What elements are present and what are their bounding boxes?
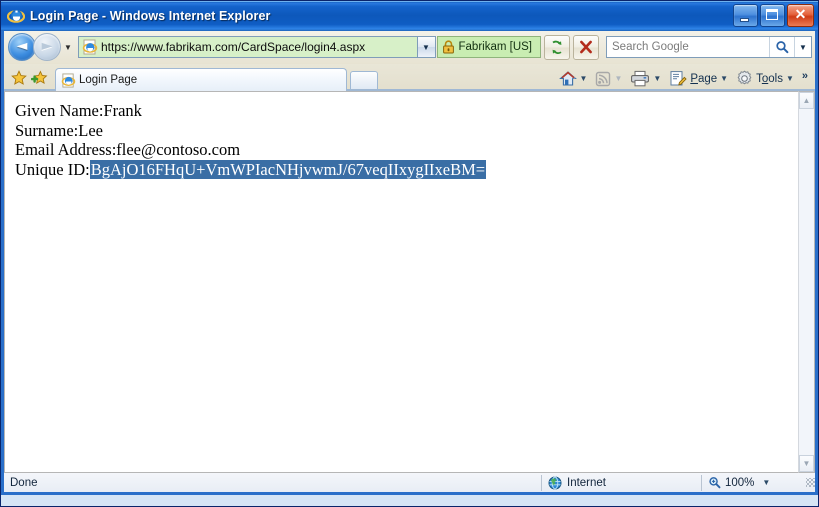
status-message: Done [10, 476, 38, 489]
ie-logo-icon [7, 7, 25, 25]
add-to-favorites-button[interactable] [29, 67, 49, 89]
field-unique-id: Unique ID:BgAjO16FHqU+VmWPIacNHjvwmJ/67v… [15, 159, 798, 180]
print-dropdown-caret[interactable]: ▼ [653, 74, 661, 83]
feeds-button[interactable]: ▼ [593, 68, 628, 90]
surname-label: Surname: [15, 120, 79, 140]
address-dropdown-button[interactable]: ▼ [416, 37, 435, 57]
favorites-center-button[interactable] [9, 67, 29, 89]
page-icon [670, 71, 687, 86]
field-email-address: Email Address:flee@contoso.com [15, 140, 798, 160]
ie-page-icon [82, 39, 98, 55]
tools-label: Tools [756, 72, 783, 85]
zoom-dropdown-caret[interactable]: ▼ [762, 478, 770, 487]
tab-label: Login Page [79, 74, 138, 86]
field-given-name: Given Name:Frank [15, 101, 798, 121]
page-label: Page [690, 72, 718, 85]
search-input[interactable]: Search Google [607, 41, 769, 53]
search-provider-dropdown[interactable]: ▼ [794, 37, 811, 57]
tools-dropdown-caret[interactable]: ▼ [786, 74, 794, 83]
stop-icon [580, 40, 592, 54]
field-surname: Surname:Lee [15, 121, 798, 141]
back-arrow-icon: ◄ [16, 38, 28, 54]
surname-value: Lee [78, 120, 103, 140]
vertical-scrollbar[interactable]: ▲ ▼ [798, 91, 815, 473]
unique-id-label: Unique ID: [15, 159, 90, 179]
email-label: Email Address: [15, 140, 117, 159]
search-go-button[interactable] [769, 37, 794, 57]
window-title: Login Page - Windows Internet Explorer [30, 9, 271, 23]
rss-icon [596, 71, 611, 86]
title-bar: Login Page - Windows Internet Explorer ✕ [1, 1, 818, 31]
window-controls: ✕ [733, 4, 814, 27]
ie-page-icon [61, 72, 76, 88]
unique-id-value-selected[interactable]: BgAjO16FHqU+VmWPIacNHjvwmJ/67veqIIxygIIx… [89, 159, 487, 179]
refresh-button[interactable] [544, 34, 570, 60]
lock-icon [442, 40, 455, 54]
stop-button[interactable] [573, 34, 599, 60]
tools-button[interactable]: Tools ▼ [734, 68, 800, 90]
magnifier-icon [708, 476, 721, 489]
email-value: flee@contoso.com [116, 140, 241, 159]
back-button[interactable]: ◄ [8, 33, 36, 61]
security-zone-pane[interactable]: Internet [541, 474, 701, 491]
resize-grip[interactable] [801, 477, 815, 488]
gear-icon [737, 70, 752, 85]
zoom-pane[interactable]: 100% ▼ [701, 474, 801, 491]
star-icon [11, 70, 27, 85]
close-button[interactable]: ✕ [787, 4, 814, 27]
given-name-value: Frank [103, 101, 142, 120]
address-url-text: https://www.fabrikam.com/CardSpace/login… [101, 40, 366, 54]
maximize-button[interactable] [760, 4, 785, 27]
maximize-icon [766, 9, 778, 20]
forward-button[interactable]: ► [33, 33, 61, 61]
minimize-button[interactable] [733, 4, 758, 27]
search-box[interactable]: Search Google ▼ [606, 36, 812, 58]
star-plus-icon [30, 70, 47, 84]
browser-chrome: ◄ ► ▼ https://www.fabrikam.com/CardSpace… [1, 31, 818, 91]
minimize-icon [740, 18, 749, 22]
print-button[interactable]: ▼ [628, 68, 667, 90]
forward-arrow-icon: ► [41, 38, 53, 54]
zoom-level-label: 100% [725, 476, 755, 489]
close-icon: ✕ [794, 6, 807, 22]
refresh-icon [552, 40, 562, 54]
new-tab-button[interactable] [350, 71, 378, 91]
page-dropdown-caret[interactable]: ▼ [720, 74, 728, 83]
grip-dots-icon [806, 477, 815, 487]
status-message-pane: Done [4, 475, 541, 491]
home-button[interactable]: ▼ [557, 68, 594, 90]
content-area: Given Name:Frank Surname:Lee Email Addre… [1, 91, 818, 473]
printer-icon [631, 70, 650, 87]
document-body[interactable]: Given Name:Frank Surname:Lee Email Addre… [4, 91, 798, 473]
feeds-dropdown-caret[interactable]: ▼ [614, 74, 622, 83]
scroll-up-button[interactable]: ▲ [799, 92, 814, 109]
home-icon [558, 71, 577, 86]
security-status-label: Fabrikam [US] [458, 41, 533, 53]
address-bar[interactable]: https://www.fabrikam.com/CardSpace/login… [78, 36, 436, 58]
tab-login-page[interactable]: Login Page [55, 68, 347, 91]
security-zone-label: Internet [567, 476, 606, 489]
command-bar: ▼ ▼ ▼ Page ▼ Tools ▼ » [557, 66, 815, 91]
globe-icon [548, 476, 562, 490]
magnifier-icon [776, 41, 789, 54]
browser-window: Login Page - Windows Internet Explorer ✕… [0, 0, 819, 507]
toolbar-overflow-button[interactable]: » [800, 70, 811, 88]
status-bar: Done Internet 100% ▼ [1, 473, 818, 495]
scroll-down-button[interactable]: ▼ [799, 455, 814, 472]
home-dropdown-caret[interactable]: ▼ [580, 74, 588, 83]
address-toolbar: ◄ ► ▼ https://www.fabrikam.com/CardSpace… [4, 31, 815, 64]
tab-bar: Login Page ▼ ▼ ▼ Page ▼ Tools ▼ » [4, 64, 815, 91]
recent-pages-dropdown[interactable]: ▼ [61, 34, 75, 60]
page-button[interactable]: Page ▼ [667, 68, 734, 90]
given-name-label: Given Name: [15, 101, 104, 120]
security-status-badge[interactable]: Fabrikam [US] [436, 36, 541, 58]
